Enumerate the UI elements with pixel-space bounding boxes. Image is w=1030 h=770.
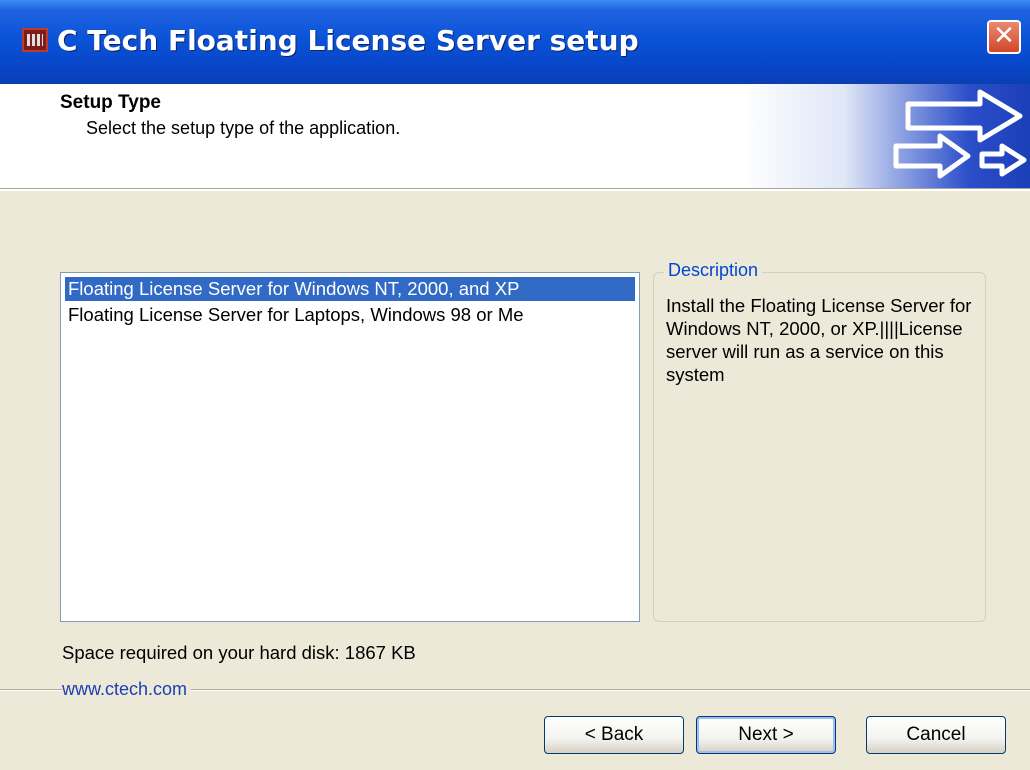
description-text: Install the Floating License Server for …	[666, 295, 972, 385]
setup-window: C Tech Floating License Server setup ✕ S…	[0, 0, 1030, 770]
title-bar[interactable]: C Tech Floating License Server setup ✕	[0, 0, 1030, 84]
setup-type-list[interactable]: Floating License Server for Windows NT, …	[60, 272, 640, 622]
app-icon	[22, 28, 48, 52]
next-button[interactable]: Next >	[696, 716, 836, 754]
header-banner: Setup Type Select the setup type of the …	[0, 84, 1030, 189]
close-button[interactable]: ✕	[987, 20, 1021, 54]
list-item[interactable]: Floating License Server for Windows NT, …	[65, 277, 635, 301]
page-subtitle: Select the setup type of the application…	[86, 118, 401, 138]
close-icon: ✕	[993, 21, 1015, 51]
list-item[interactable]: Floating License Server for Laptops, Win…	[65, 303, 635, 327]
header-separator	[0, 188, 1030, 191]
cancel-button[interactable]: Cancel	[866, 716, 1006, 754]
window-title: C Tech Floating License Server setup	[57, 24, 639, 57]
space-required-label: Space required on your hard disk: 1867 K…	[62, 642, 416, 663]
page-title: Setup Type	[60, 92, 161, 113]
description-legend: Description	[664, 260, 763, 281]
back-button[interactable]: < Back	[544, 716, 684, 754]
arrows-icon	[893, 89, 1027, 179]
brand-label: www.ctech.com	[62, 679, 192, 700]
